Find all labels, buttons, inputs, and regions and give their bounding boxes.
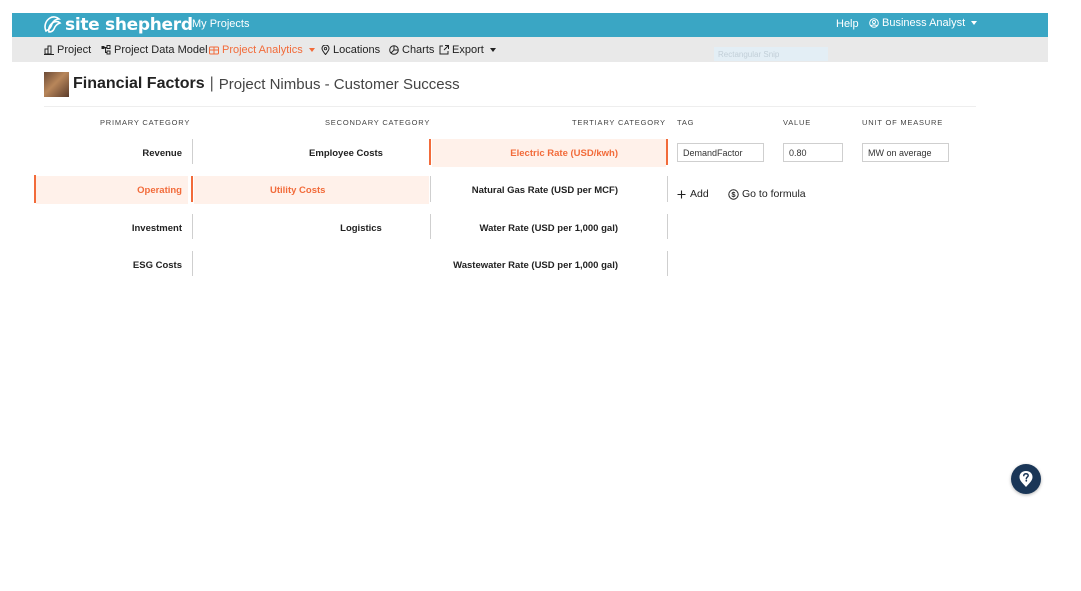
primary-category-item[interactable]: Operating <box>36 176 188 204</box>
tertiary-category-item[interactable]: Natural Gas Rate (USD per MCF) <box>432 176 666 204</box>
column-divider <box>192 139 193 164</box>
column-divider <box>430 214 431 239</box>
tertiary-category-item[interactable]: Water Rate (USD per 1,000 gal) <box>432 214 666 242</box>
svg-text:$: $ <box>731 190 736 199</box>
column-divider <box>667 176 668 202</box>
unit-input[interactable]: MW on average <box>862 143 949 162</box>
primary-category-header: PRIMARY CATEGORY <box>100 118 191 127</box>
column-divider <box>667 251 668 276</box>
snip-overlay: Rectangular Snip <box>714 47 828 61</box>
tag-input[interactable]: DemandFactor <box>677 143 764 162</box>
selection-indicator <box>191 176 193 202</box>
tag-header: TAG <box>677 118 695 127</box>
nav-locations[interactable]: Locations <box>321 37 380 62</box>
secondary-category-header: SECONDARY CATEGORY <box>325 118 431 127</box>
go-to-formula-button[interactable]: $ Go to formula <box>728 188 806 200</box>
selection-indicator <box>666 139 668 165</box>
tertiary-category-item[interactable]: Wastewater Rate (USD per 1,000 gal) <box>432 251 666 279</box>
export-icon <box>439 44 449 54</box>
nav-export[interactable]: Export <box>439 37 496 62</box>
value-input[interactable]: 0.80 <box>783 143 843 162</box>
column-divider <box>192 214 193 239</box>
project-name: Project Nimbus - Customer Success <box>218 75 460 93</box>
user-name: Business Analyst <box>882 17 966 29</box>
dollar-circle-icon: $ <box>728 188 739 200</box>
secondary-category-item[interactable]: Utility Costs <box>194 176 429 204</box>
analytics-icon <box>209 46 219 54</box>
selection-indicator <box>34 175 36 203</box>
chevron-down-icon <box>308 47 315 52</box>
value-header: VALUE <box>783 118 812 127</box>
my-projects-link[interactable]: My Projects <box>192 18 249 30</box>
nav-bar: Project Project Data Model Project Analy… <box>12 37 1048 62</box>
unit-header: UNIT OF MEASURE <box>862 118 944 127</box>
user-circle-icon <box>869 18 879 28</box>
help-link[interactable]: Help <box>836 18 859 30</box>
logo-text: site shepherd <box>65 15 193 35</box>
secondary-category-item[interactable]: Employee Costs <box>263 139 429 167</box>
column-divider <box>667 214 668 239</box>
primary-category-item[interactable]: ESG Costs <box>36 251 188 279</box>
help-fab-button[interactable] <box>1011 464 1041 494</box>
nav-charts[interactable]: Charts <box>389 37 434 62</box>
shepherd-logo-icon <box>44 16 62 33</box>
nav-project[interactable]: Project <box>44 37 91 62</box>
map-pin-icon <box>321 44 330 55</box>
tertiary-category-header: TERTIARY CATEGORY <box>572 118 666 127</box>
primary-category-item[interactable]: Revenue <box>36 139 188 167</box>
data-model-icon <box>101 44 111 54</box>
chevron-down-icon <box>489 47 496 52</box>
selection-indicator <box>429 139 431 165</box>
nav-project-data-model[interactable]: Project Data Model <box>101 37 208 62</box>
tertiary-category-item[interactable]: Electric Rate (USD/kwh) <box>432 139 666 167</box>
page-title: Financial Factors <box>73 75 205 92</box>
plus-icon <box>677 190 686 198</box>
top-bar: site shepherd My Projects Help Business … <box>12 13 1048 37</box>
project-thumbnail <box>44 71 69 97</box>
question-icon <box>1019 471 1033 487</box>
column-divider <box>192 251 193 276</box>
user-menu[interactable]: Business Analyst <box>869 17 978 29</box>
nav-project-analytics[interactable]: Project Analytics <box>209 37 315 62</box>
site-shepherd-logo[interactable]: site shepherd <box>42 13 193 37</box>
primary-category-item[interactable]: Investment <box>36 214 188 242</box>
building-icon <box>44 45 54 55</box>
chevron-down-icon <box>971 21 978 25</box>
title-separator: | <box>209 75 214 92</box>
page-header: Financial Factors | Project Nimbus - Cus… <box>44 71 460 97</box>
header-divider <box>44 106 976 107</box>
pie-chart-icon <box>389 44 399 55</box>
column-divider <box>430 176 431 202</box>
add-button[interactable]: Add <box>677 188 709 200</box>
